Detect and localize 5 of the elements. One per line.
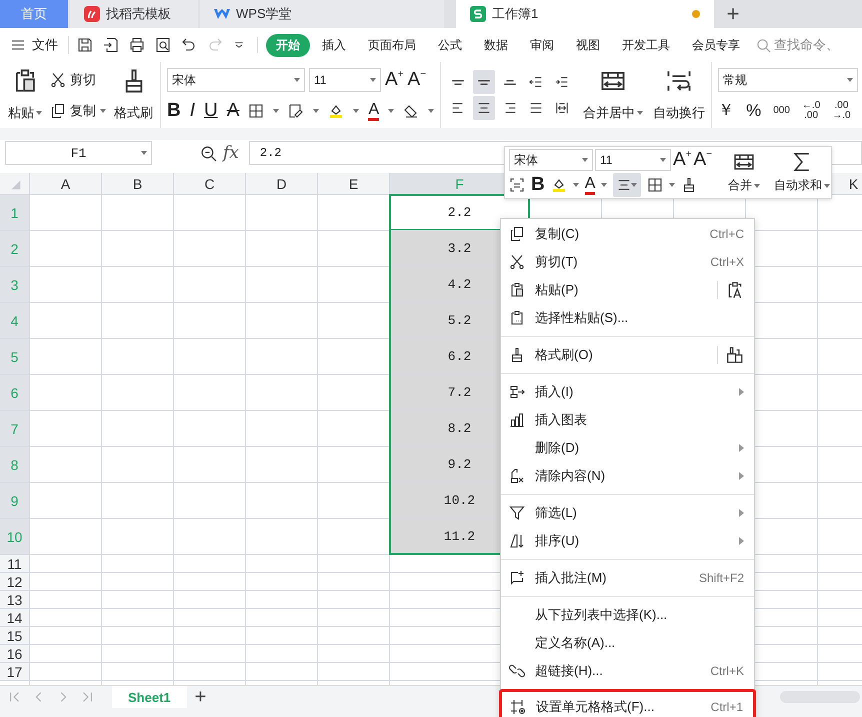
shortcut-text: Ctrl+K xyxy=(710,664,744,678)
shortcut-text: Shift+F2 xyxy=(698,571,744,585)
shortcut-text: Ctrl+C xyxy=(710,227,744,241)
shortcut-text: Ctrl+1 xyxy=(710,700,743,714)
shortcut-text: Ctrl+X xyxy=(710,255,744,269)
